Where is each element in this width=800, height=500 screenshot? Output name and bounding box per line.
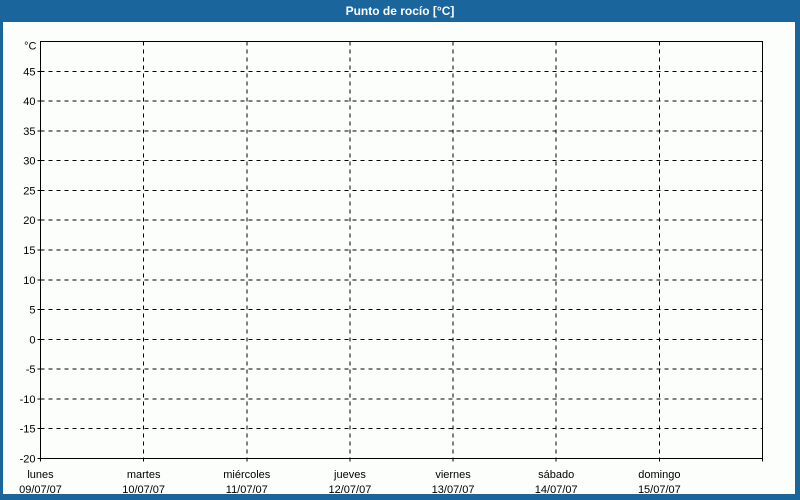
- y-axis-unit-label: °C: [24, 41, 36, 53]
- x-day-label: viernes: [435, 469, 471, 481]
- x-day-label: jueves: [333, 469, 366, 481]
- y-tick-label: 25: [23, 185, 35, 197]
- x-day-label: lunes: [27, 469, 54, 481]
- x-day-label: miércoles: [223, 469, 271, 481]
- x-date-label: 14/07/07: [535, 484, 578, 496]
- chart-plot-region: 45 40 35 30 25 20 15 10 5 0 -5 -10 -15 -20 °C lunes 09/0…: [3, 22, 795, 496]
- y-tick-label: 0: [29, 334, 35, 346]
- y-tick-label: 45: [23, 66, 35, 78]
- y-tick-label: 35: [23, 126, 35, 138]
- y-tick-label: 5: [29, 305, 35, 317]
- y-tick-label: 20: [23, 215, 35, 227]
- x-date-label: 10/07/07: [122, 484, 165, 496]
- y-tick-label: -10: [20, 394, 36, 406]
- y-tick-label: -20: [20, 454, 36, 466]
- y-tick-label: -5: [26, 364, 36, 376]
- y-tick-label: 30: [23, 156, 35, 168]
- y-tick-label: 40: [23, 96, 35, 108]
- x-date-label: 11/07/07: [226, 484, 268, 496]
- y-tick-label: 10: [23, 275, 35, 287]
- x-date-label: 12/07/07: [329, 484, 372, 496]
- x-date-label: 15/07/07: [638, 484, 681, 496]
- app-window: Punto de rocío [°C] 45 40 35 30 25 20 15 10 5 0 -5…: [0, 0, 800, 500]
- x-day-label: sábado: [538, 469, 574, 481]
- x-date-label: 13/07/07: [432, 484, 475, 496]
- y-tick-label: 15: [23, 245, 35, 257]
- chart-title: Punto de rocío [°C]: [345, 4, 455, 18]
- title-bar: Punto de rocío [°C]: [0, 0, 800, 22]
- x-date-label: 09/07/07: [19, 484, 62, 496]
- chart-canvas: 45 40 35 30 25 20 15 10 5 0 -5 -10 -15 -20 °C lunes 09/0…: [19, 41, 763, 496]
- x-day-label: domingo: [638, 469, 680, 481]
- y-tick-label: -15: [20, 424, 36, 436]
- x-day-label: martes: [127, 469, 161, 481]
